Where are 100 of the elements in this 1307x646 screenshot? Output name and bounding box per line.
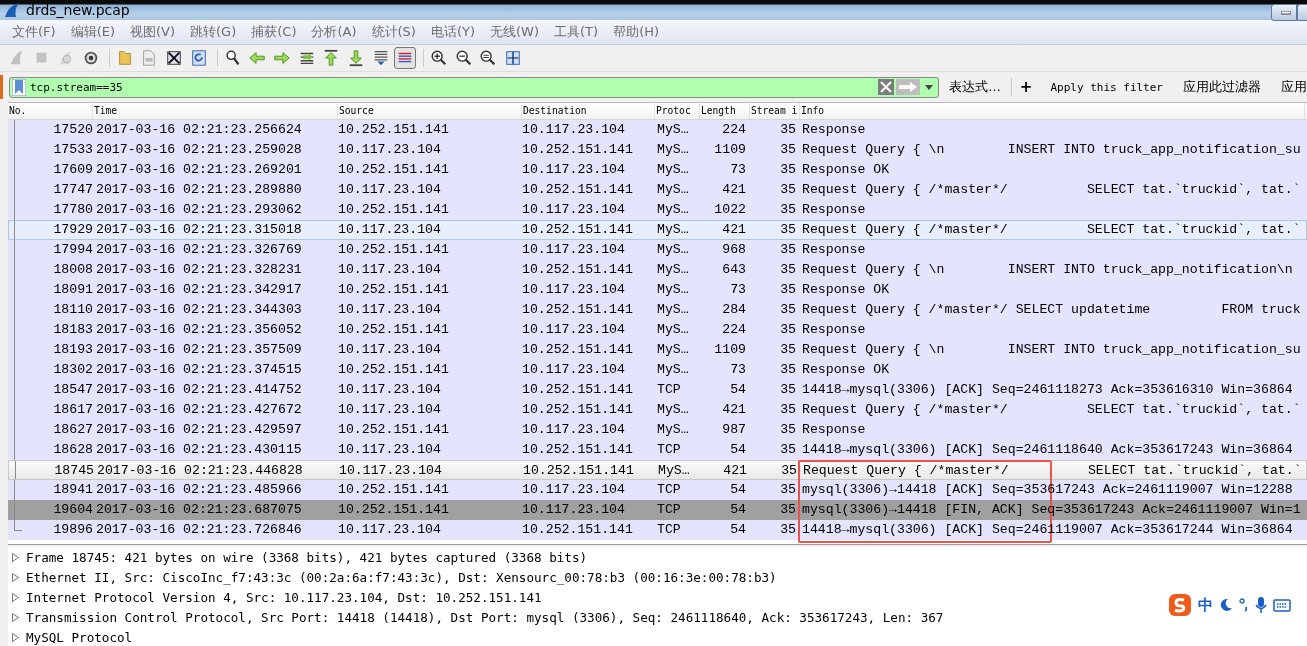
table-cell-text: 2017-03-16 02:21:23.326769: [95, 241, 303, 259]
protocol-tree-item[interactable]: Internet Protocol Version 4, Src: 10.117.23.104, Dst: 10.252.151.141: [26, 589, 542, 605]
packet-row[interactable]: 19604 2017-03-16 02:21:23.687075 10.252.151.141 10.117.23.104 TCP 54 35 mysql(3306)→14418 [FIN, ACK] Seq=353617243 Ack=2461119007 Win=1: [8, 500, 1307, 520]
protocol-tree-item[interactable]: Ethernet II, Src: CiscoInc_f7:43:3c (00:2a:6a:f7:43:3c), Dst: Xensourc_00:78:b3 (00:16:3e:00:78:b3): [26, 569, 777, 585]
table-cell-text: 35: [779, 201, 797, 219]
table-cell-text: 10.252.151.141: [338, 481, 450, 499]
packet-row[interactable]: 18745 2017-03-16 02:21:23.446828 10.117.23.104 10.252.151.141 MyS… 421 35 Request Query { /*master*/ SELECT tat.`truckid`, tat.`: [8, 460, 1307, 480]
table-cell-text: Response: [801, 241, 867, 259]
expression-button[interactable]: 表达式…: [949, 78, 1001, 96]
arrow-right-icon: [899, 82, 918, 92]
table-cell-text: 35: [779, 181, 797, 199]
table-cell-text: 2017-03-16 02:21:23.293062: [95, 201, 303, 219]
microphone-icon[interactable]: [1255, 596, 1267, 614]
table-cell-text: 643: [721, 261, 747, 279]
packet-row[interactable]: 18627 2017-03-16 02:21:23.429597 10.252.151.141 10.117.23.104 MyS… 987 35 Response: [8, 420, 1307, 440]
column-header[interactable]: Info: [800, 103, 1305, 119]
input-mode[interactable]: 中: [1198, 595, 1213, 615]
expand-icon[interactable]: [12, 592, 19, 602]
packet-row[interactable]: 18110 2017-03-16 02:21:23.344303 10.117.23.104 10.252.151.141 MyS… 284 35 Request Query { /*master*/ SELECT updatetime FROM truck: [8, 300, 1307, 320]
table-cell-text: 35: [779, 341, 797, 359]
app-icon: [4, 2, 20, 18]
column-header[interactable]: No.: [8, 103, 93, 119]
close-icon: [880, 81, 893, 93]
table-cell-text: Response: [801, 321, 867, 339]
table-cell-text: 35: [779, 401, 797, 419]
table-cell-text: 421: [721, 401, 747, 419]
add-button[interactable]: +: [1019, 78, 1033, 96]
minimize-button[interactable]: [1271, 4, 1297, 21]
table-cell-text: Response OK: [801, 281, 891, 299]
table-cell-text: MyS…: [656, 361, 690, 379]
table-cell-text: 10.117.23.104: [522, 321, 626, 339]
clear-button[interactable]: [878, 79, 895, 95]
column-header[interactable]: Stream i: [750, 103, 800, 119]
table-cell-text: 35: [779, 481, 797, 499]
packet-row[interactable]: 17520 2017-03-16 02:21:23.256624 10.252.151.141 10.117.23.104 MyS… 224 35 Response: [8, 120, 1307, 140]
table-cell-text: 17747: [52, 181, 93, 199]
packet-row[interactable]: 18547 2017-03-16 02:21:23.414752 10.117.23.104 10.252.151.141 TCP 54 35 14418→mysql(3306) [ACK] Seq=2461118273 Ack=353616310 Win=36864: [8, 380, 1307, 400]
packet-row[interactable]: 17747 2017-03-16 02:21:23.289880 10.117.23.104 10.252.151.141 MyS… 421 35 Request Query { /*master*/ SELECT tat.`truckid`, tat.`: [8, 180, 1307, 200]
protocol-tree-item[interactable]: Transmission Control Protocol, Src Port: 14418 (14418), Dst Port: mysql (3306), Seq: 2461118640, Ack: 353617243, Len: 367: [26, 609, 944, 625]
moon-icon[interactable]: [1219, 598, 1233, 612]
menu-item[interactable]: 无线(W): [482, 23, 547, 41]
table-cell-text: 18941: [52, 481, 93, 499]
protocol-tree-item[interactable]: MySQL Protocol: [26, 629, 133, 645]
menu-item[interactable]: 编辑(E): [62, 23, 122, 41]
table-cell-text: Request Query { \n INSERT INTO truck_app_notification_su: [801, 141, 1302, 159]
filter-input[interactable]: tcp.stream==35: [30, 78, 879, 96]
table-cell-text: MyS…: [656, 301, 690, 319]
menu-item[interactable]: 捕获(C): [243, 23, 304, 41]
colorize-button[interactable]: [394, 47, 417, 69]
packet-row[interactable]: 18091 2017-03-16 02:21:23.342917 10.252.151.141 10.117.23.104 MyS… 73 35 Response OK: [8, 280, 1307, 300]
packet-row[interactable]: 18617 2017-03-16 02:21:23.427672 10.117.23.104 10.252.151.141 MyS… 421 35 Request Query { /*master*/ SELECT tat.`truckid`, tat.`: [8, 400, 1307, 420]
table-cell-text: Request Query { \n INSERT INTO truck_app_notification_su: [801, 341, 1302, 359]
menu-item[interactable]: 统计(S): [363, 23, 423, 41]
packet-row[interactable]: 17533 2017-03-16 02:21:23.259028 10.117.23.104 10.252.151.141 MyS… 1109 35 Request Query { \n INSERT INTO truck_app_notification_su: [8, 140, 1307, 160]
filter-button[interactable]: Apply this filter: [1050, 80, 1163, 94]
table-cell-text: 10.252.151.141: [338, 421, 450, 439]
filter-button[interactable]: 应用此过滤器: [1183, 78, 1261, 96]
table-cell-text: Request Query { /*master*/ SELECT tat.`truckid`, tat.`: [802, 462, 1303, 479]
column-header[interactable]: Destination: [522, 103, 655, 119]
menu-item[interactable]: 电话(Y): [422, 23, 483, 41]
table-cell-text: 10.117.23.104: [522, 361, 626, 379]
table-cell-text: 10.117.23.104: [339, 462, 443, 479]
packet-row[interactable]: 18183 2017-03-16 02:21:23.356052 10.252.151.141 10.117.23.104 MyS… 224 35 Response: [8, 320, 1307, 340]
menu-item[interactable]: 文件(F): [4, 23, 63, 41]
protocol-tree-item[interactable]: Frame 18745: 421 bytes on wire (3368 bits), 421 bytes captured (3368 bits): [26, 549, 588, 565]
expand-icon[interactable]: [12, 632, 19, 642]
expand-icon[interactable]: [12, 552, 19, 562]
table-cell-text: 2017-03-16 02:21:23.269201: [95, 161, 303, 179]
menu-item[interactable]: 跳转(G): [182, 23, 244, 41]
column-header[interactable]: Source: [338, 103, 522, 119]
filter-button[interactable]: 应用: [1281, 78, 1307, 96]
menu-item[interactable]: 分析(A): [303, 23, 364, 41]
display-filter-field[interactable]: tcp.stream==35: [9, 76, 940, 98]
keyboard-icon[interactable]: [1273, 598, 1291, 612]
punctuation-icon[interactable]: [1239, 598, 1249, 612]
table-cell-text: mysql(3306)→14418 [FIN, ACK] Seq=353617243 Ack=2461119007 Win=1: [801, 501, 1302, 519]
expand-icon[interactable]: [12, 572, 19, 582]
packet-row[interactable]: 17780 2017-03-16 02:21:23.293062 10.252.151.141 10.117.23.104 MyS… 1022 35 Response: [8, 200, 1307, 220]
column-header[interactable]: Length: [700, 103, 750, 119]
packet-row[interactable]: 18193 2017-03-16 02:21:23.357509 10.117.23.104 10.252.151.141 MyS… 1109 35 Request Query { \n INSERT INTO truck_app_notification_su: [8, 340, 1307, 360]
packet-row[interactable]: 17994 2017-03-16 02:21:23.326769 10.252.151.141 10.117.23.104 MyS… 968 35 Response: [8, 240, 1307, 260]
table-cell-text: 17780: [52, 201, 93, 219]
table-cell-text: 10.252.151.141: [522, 261, 634, 279]
table-cell-text: 10.252.151.141: [338, 361, 450, 379]
menu-item[interactable]: 视图(V): [122, 23, 183, 41]
packet-row[interactable]: 18302 2017-03-16 02:21:23.374515 10.252.151.141 10.117.23.104 MyS… 73 35 Response OK: [8, 360, 1307, 380]
menu-item[interactable]: 工具(T): [546, 23, 606, 41]
packet-row[interactable]: 18628 2017-03-16 02:21:23.430115 10.117.23.104 10.252.151.141 TCP 54 35 14418→mysql(3306) [ACK] Seq=2461118640 Ack=353617243 Win=36864: [8, 440, 1307, 460]
menu-item[interactable]: 帮助(H): [605, 23, 667, 41]
column-header[interactable]: Protoc: [655, 103, 700, 119]
expand-icon[interactable]: [12, 612, 19, 622]
table-cell-text: 17520: [52, 121, 93, 139]
table-cell-text: 35: [779, 161, 797, 179]
column-header[interactable]: Time: [93, 103, 338, 119]
packet-row[interactable]: 18008 2017-03-16 02:21:23.328231 10.117.23.104 10.252.151.141 MyS… 643 35 Request Query { \n INSERT INTO truck_app_notification\n: [8, 260, 1307, 280]
packet-row[interactable]: 17609 2017-03-16 02:21:23.269201 10.252.151.141 10.117.23.104 MyS… 73 35 Response OK: [8, 160, 1307, 180]
table-cell-text: 18008: [52, 261, 93, 279]
packet-row[interactable]: 17929 2017-03-16 02:21:23.315018 10.117.23.104 10.252.151.141 MyS… 421 35 Request Query { /*master*/ SELECT tat.`truckid`, tat.`: [8, 220, 1307, 240]
maximize-button[interactable]: [1297, 4, 1307, 21]
logo-icon[interactable]: [1168, 593, 1192, 617]
